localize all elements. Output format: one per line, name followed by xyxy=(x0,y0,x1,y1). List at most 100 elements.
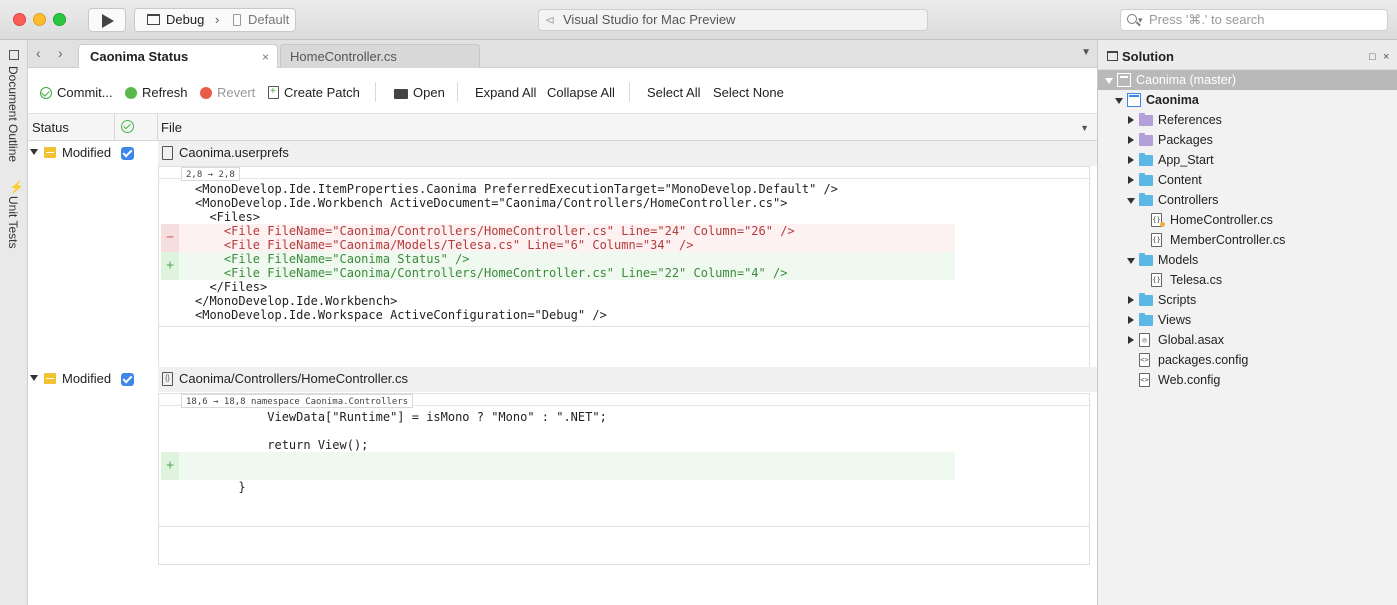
window-title-field: ⊲ Visual Studio for Mac Preview xyxy=(538,9,928,31)
tree-item[interactable]: Models xyxy=(1098,250,1397,270)
title-bar: Debug › Default ⊲ Visual Studio for Mac … xyxy=(0,0,1397,40)
tab-list-dropdown-icon[interactable]: ▼ xyxy=(1081,47,1091,58)
tab-caonima-status[interactable]: Caonima Status × xyxy=(78,44,278,68)
refresh-button[interactable]: Refresh xyxy=(125,85,188,101)
tree-item-label: Content xyxy=(1158,173,1202,187)
toolbar-separator xyxy=(629,82,630,102)
window-icon xyxy=(147,14,160,25)
select-all-button[interactable]: Select All xyxy=(647,85,700,101)
solution-icon xyxy=(1117,73,1131,87)
folder-icon xyxy=(1139,133,1153,146)
check-column-icon[interactable] xyxy=(121,120,134,133)
expand-arrow-icon[interactable] xyxy=(1128,176,1134,184)
tree-item[interactable]: Scripts xyxy=(1098,290,1397,310)
expand-arrow-icon[interactable] xyxy=(1128,156,1134,164)
collapse-arrow-icon[interactable] xyxy=(1127,198,1135,204)
nav-forward-icon[interactable]: › xyxy=(58,45,63,61)
tree-item[interactable]: Content xyxy=(1098,170,1397,190)
file-checkbox[interactable] xyxy=(121,147,134,160)
hunk-header: 2,8 → 2,8 xyxy=(181,167,240,181)
expand-arrow-icon[interactable] xyxy=(1128,336,1134,344)
tree-item[interactable]: Controllers xyxy=(1098,190,1397,210)
tree-item-label: Controllers xyxy=(1158,193,1219,207)
tree-item-label: Telesa.cs xyxy=(1170,273,1223,287)
collapse-arrow-icon[interactable] xyxy=(1115,98,1123,104)
unit-tests-label: Unit Tests xyxy=(6,196,20,249)
tree-item[interactable]: <> packages.config xyxy=(1098,350,1397,370)
unit-tests-pad[interactable]: ⚡ Unit Tests xyxy=(2,180,26,260)
tree-item[interactable]: {} Telesa.cs xyxy=(1098,270,1397,290)
tree-item[interactable]: Caonima xyxy=(1098,90,1397,110)
window-minimize-button[interactable] xyxy=(33,13,46,26)
left-pad-strip: Document Outline ⚡ Unit Tests xyxy=(0,40,28,605)
unit-tests-icon: ⚡ xyxy=(9,180,24,194)
search-input[interactable]: ▾ Press '⌘.' to search xyxy=(1120,9,1388,31)
patch-icon xyxy=(268,84,279,100)
search-dropdown-icon: ▾ xyxy=(1138,15,1143,25)
tree-item[interactable]: Packages xyxy=(1098,130,1397,150)
pad-dock-icon[interactable]: □ xyxy=(1369,51,1376,63)
version-control-toolbar: Commit... Refresh Revert Create Patch Op… xyxy=(28,68,1097,114)
tree-item-label: Views xyxy=(1158,313,1192,327)
commit-icon xyxy=(40,87,52,99)
file-column[interactable]: File xyxy=(161,120,182,135)
collapse-arrow-icon[interactable] xyxy=(1127,258,1135,264)
document-outline-label: Document Outline xyxy=(6,66,20,163)
expand-arrow-icon[interactable] xyxy=(1128,316,1134,324)
select-none-button[interactable]: Select None xyxy=(713,85,784,101)
tree-item[interactable]: {} MemberController.cs xyxy=(1098,230,1397,250)
create-patch-label: Create Patch xyxy=(284,85,360,100)
tree-item[interactable]: <> Web.config xyxy=(1098,370,1397,390)
search-icon xyxy=(1127,14,1137,24)
config-file-icon: <> xyxy=(1139,373,1150,387)
folder-icon xyxy=(1139,253,1153,266)
expander-icon[interactable] xyxy=(30,149,38,155)
nav-back-icon[interactable]: ‹ xyxy=(36,45,41,61)
expand-arrow-icon[interactable] xyxy=(1128,136,1134,144)
expander-icon[interactable] xyxy=(30,375,38,381)
tree-item[interactable]: Caonima (master) xyxy=(1098,70,1397,90)
tab-close-icon[interactable]: × xyxy=(262,45,269,69)
window-close-button[interactable] xyxy=(13,13,26,26)
tab-label: Caonima Status xyxy=(90,49,189,64)
run-button[interactable] xyxy=(88,8,126,32)
tree-item[interactable]: References xyxy=(1098,110,1397,130)
file-checkbox[interactable] xyxy=(121,373,134,386)
collapse-all-button[interactable]: Collapse All xyxy=(547,85,615,101)
modified-dot-icon xyxy=(1160,222,1165,227)
status-column-header: Status File ▼ xyxy=(28,114,1097,141)
expand-arrow-icon[interactable] xyxy=(1128,116,1134,124)
tree-item[interactable]: App_Start xyxy=(1098,150,1397,170)
open-button[interactable]: Open xyxy=(394,85,445,101)
tree-item[interactable]: Views xyxy=(1098,310,1397,330)
csharp-file-icon: {} xyxy=(1151,273,1162,287)
file-row[interactable]: Modified {} Caonima/Controllers/HomeCont… xyxy=(28,367,1097,392)
refresh-icon xyxy=(125,87,137,99)
toolbar-separator xyxy=(375,82,376,102)
tree-item[interactable]: ◎ Global.asax xyxy=(1098,330,1397,350)
status-column[interactable]: Status xyxy=(32,120,69,135)
file-row[interactable]: Modified Caonima.userprefs xyxy=(28,141,1097,166)
folder-icon xyxy=(1139,313,1153,326)
expand-all-button[interactable]: Expand All xyxy=(475,85,536,101)
tab-home-controller[interactable]: HomeController.cs xyxy=(280,44,480,68)
document-outline-pad[interactable]: Document Outline xyxy=(2,50,26,170)
collapse-arrow-icon[interactable] xyxy=(1105,78,1113,84)
tree-item[interactable]: {} HomeController.cs xyxy=(1098,210,1397,230)
folder-icon xyxy=(1139,293,1153,306)
diff-spacer xyxy=(158,327,1090,367)
window-zoom-button[interactable] xyxy=(53,13,66,26)
expand-arrow-icon[interactable] xyxy=(1128,296,1134,304)
revert-button[interactable]: Revert xyxy=(200,85,255,101)
configuration-selector[interactable]: Debug › Default xyxy=(134,8,296,32)
file-icon xyxy=(162,146,173,160)
column-dropdown-icon[interactable]: ▼ xyxy=(1080,123,1089,133)
file-status: Modified xyxy=(62,371,112,386)
create-patch-button[interactable]: Create Patch xyxy=(268,84,360,101)
column-divider xyxy=(114,114,115,141)
tree-item-label: Caonima xyxy=(1146,93,1199,107)
pad-close-icon[interactable]: × xyxy=(1383,51,1389,63)
revert-icon xyxy=(200,87,212,99)
commit-button[interactable]: Commit... xyxy=(40,85,113,101)
added-gutter-icon: + xyxy=(161,252,179,280)
